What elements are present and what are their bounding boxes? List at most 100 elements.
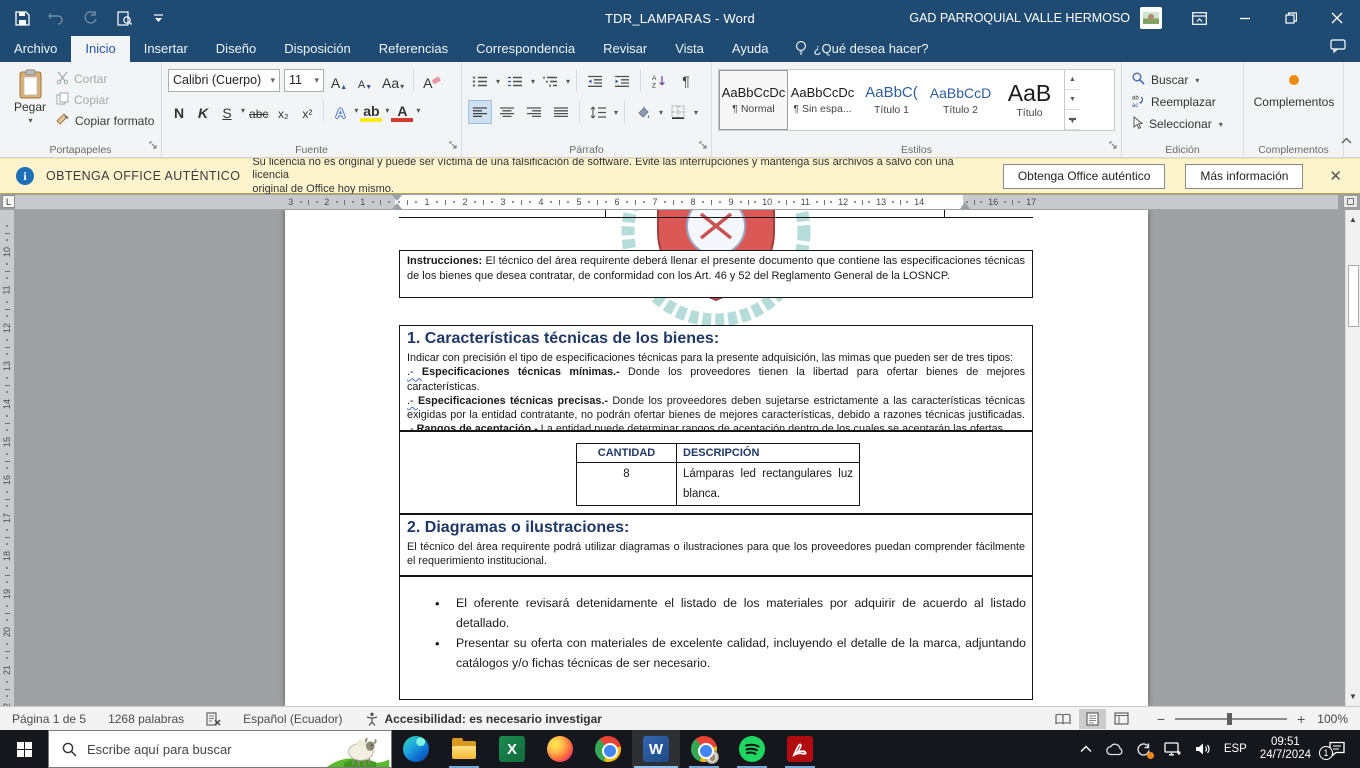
taskbar-excel[interactable]: X	[488, 730, 536, 768]
get-office-button[interactable]: Obtenga Office auténtico	[1003, 164, 1166, 189]
taskbar-chrome-profile[interactable]	[680, 730, 728, 768]
dialog-launcher-icon[interactable]	[699, 137, 708, 155]
banner-close-icon[interactable]: ✕	[1321, 167, 1350, 185]
right-indent-marker[interactable]	[960, 202, 970, 209]
word-count[interactable]: 1268 palabras	[108, 712, 184, 726]
chevron-down-icon[interactable]: ▾	[566, 77, 570, 86]
style-sin-espaciado[interactable]: AaBbCcDc¶ Sin espa...	[788, 70, 857, 130]
style-titulo-2[interactable]: AaBbCcDTítulo 2	[926, 70, 995, 130]
superscript-button[interactable]: x²	[296, 98, 318, 122]
paste-button[interactable]: Pegar▾	[4, 66, 56, 141]
taskbar-adobe[interactable]	[776, 730, 824, 768]
clock[interactable]: 09:51 24/7/2024	[1260, 736, 1311, 762]
tell-me-box[interactable]: ¿Qué desea hacer?	[783, 35, 941, 62]
addins-button[interactable]: Complementos	[1248, 66, 1340, 109]
ribbon-display-options-icon[interactable]	[1176, 0, 1222, 36]
accessibility-status[interactable]: Accesibilidad: es necesario investigar	[365, 712, 602, 726]
customize-qat-icon[interactable]	[148, 8, 168, 28]
proofing-icon[interactable]	[206, 712, 221, 726]
cut-button[interactable]: Cortar	[56, 71, 154, 87]
taskbar-explorer[interactable]	[440, 730, 488, 768]
chevron-down-icon[interactable]: ▾	[385, 106, 389, 115]
section-1-box[interactable]: 1. Características técnicas de los biene…	[399, 325, 1033, 431]
taskbar-spotify[interactable]	[728, 730, 776, 768]
search-input[interactable]	[87, 742, 297, 757]
action-center-icon[interactable]: 1	[1328, 741, 1346, 757]
vertical-scrollbar[interactable]: ▲ ▼	[1345, 210, 1360, 706]
instructions-box[interactable]: Instrucciones: El técnico del área requi…	[399, 250, 1033, 298]
gallery-down-icon[interactable]: ▼	[1065, 90, 1080, 110]
strikethrough-button[interactable]: abc	[247, 98, 270, 122]
language-tray[interactable]: ESP	[1224, 743, 1247, 755]
zoom-level[interactable]: 100%	[1317, 712, 1348, 726]
volume-icon[interactable]	[1195, 742, 1211, 756]
underline-button[interactable]: S	[216, 98, 238, 122]
numbered-list-button[interactable]	[503, 69, 527, 93]
account-name[interactable]: GAD PARROQUIAL VALLE HERMOSO	[909, 11, 1130, 25]
vertical-ruler[interactable]: 10111213141516171819202122	[0, 210, 14, 706]
dialog-launcher-icon[interactable]	[149, 137, 158, 155]
chevron-down-icon[interactable]: ▾	[354, 106, 358, 115]
onedrive-icon[interactable]	[1105, 743, 1123, 756]
restore-button[interactable]	[1268, 0, 1314, 36]
select-button[interactable]: Seleccionar▾	[1132, 116, 1237, 132]
dialog-launcher-icon[interactable]	[449, 137, 458, 155]
copy-button[interactable]: Copiar	[56, 92, 154, 108]
tab-disposicion[interactable]: Disposición	[270, 36, 364, 62]
start-button[interactable]	[0, 730, 48, 768]
multilevel-list-button[interactable]	[538, 69, 562, 93]
print-preview-icon[interactable]	[114, 8, 134, 28]
justify-button[interactable]	[549, 100, 573, 124]
scroll-up-icon[interactable]: ▲	[1347, 212, 1359, 227]
shading-button[interactable]	[631, 100, 655, 124]
shrink-font-button[interactable]: A▼	[354, 68, 376, 92]
italic-button[interactable]: K	[192, 98, 214, 122]
tab-inicio[interactable]: Inicio	[71, 36, 129, 62]
network-icon[interactable]	[1164, 742, 1182, 756]
bold-button[interactable]: N	[168, 98, 190, 122]
pilcrow-button[interactable]: ¶	[674, 69, 698, 93]
redo-icon[interactable]	[80, 8, 100, 28]
undo-icon[interactable]	[46, 8, 66, 28]
tab-stop-selector[interactable]: L	[2, 195, 15, 208]
language-indicator[interactable]: Español (Ecuador)	[243, 712, 342, 726]
line-spacing-button[interactable]	[586, 100, 610, 124]
taskbar-firefox[interactable]	[536, 730, 584, 768]
horizontal-ruler[interactable]: 321 1234567891011121314 1617	[15, 195, 1338, 209]
clear-formatting-button[interactable]: A	[421, 68, 443, 92]
gallery-up-icon[interactable]: ▲	[1065, 70, 1080, 90]
taskbar-word-active[interactable]: W	[632, 730, 680, 768]
tab-vista[interactable]: Vista	[661, 36, 718, 62]
quantity-table[interactable]: CANTIDAD DESCRIPCIÓN 8 Lámparas led rect…	[576, 443, 860, 506]
more-info-button[interactable]: Más información	[1185, 164, 1303, 189]
sort-button[interactable]: AZ	[647, 69, 671, 93]
chevron-down-icon[interactable]: ▾	[531, 77, 535, 86]
style-titulo[interactable]: AaBTítulo	[995, 70, 1064, 130]
scrollbar-thumb[interactable]	[1348, 265, 1359, 327]
decrease-indent-button[interactable]	[583, 69, 607, 93]
taskbar-chrome[interactable]	[584, 730, 632, 768]
read-mode-button[interactable]	[1050, 709, 1077, 729]
style-normal[interactable]: AaBbCcDc¶ Normal	[719, 70, 788, 130]
font-size-select[interactable]: 11▾	[284, 69, 324, 92]
borders-button[interactable]	[666, 100, 690, 124]
tab-referencias[interactable]: Referencias	[365, 36, 462, 62]
web-layout-button[interactable]	[1108, 709, 1135, 729]
minimize-button[interactable]	[1222, 0, 1268, 36]
grow-font-button[interactable]: A▲	[328, 68, 350, 92]
first-line-indent-marker[interactable]	[392, 195, 402, 201]
chevron-down-icon[interactable]: ▾	[614, 108, 618, 117]
gallery-more-icon[interactable]: ▬▼	[1065, 110, 1080, 130]
feedback-icon[interactable]	[1330, 39, 1346, 58]
change-case-button[interactable]: Aa▾	[380, 68, 406, 92]
print-layout-button[interactable]	[1079, 709, 1106, 729]
update-icon[interactable]	[1136, 742, 1151, 757]
hanging-indent-marker[interactable]	[392, 203, 402, 209]
scroll-down-icon[interactable]: ▼	[1347, 689, 1359, 704]
taskbar-search[interactable]	[48, 730, 392, 768]
tab-correspondencia[interactable]: Correspondencia	[462, 36, 589, 62]
close-button[interactable]	[1314, 0, 1360, 36]
subscript-button[interactable]: x₂	[272, 98, 294, 122]
find-button[interactable]: Buscar▾	[1132, 72, 1237, 88]
dialog-launcher-icon[interactable]	[1109, 137, 1118, 155]
